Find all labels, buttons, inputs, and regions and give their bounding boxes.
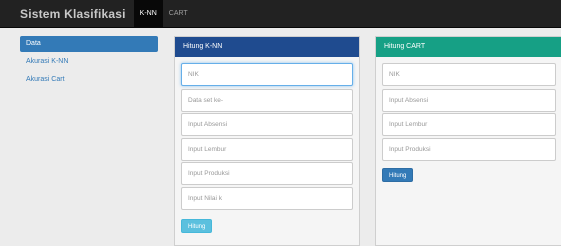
knn-absensi-input[interactable]: Input Absensi	[181, 113, 353, 136]
knn-panel-title: Hitung K-NN	[175, 37, 359, 57]
sidebar: Data Akurasi K-NN Akurasi Cart	[20, 36, 158, 90]
cart-panel: Hitung CART NIK Input Absensi Input Lemb…	[375, 36, 561, 246]
sidebar-item-akurasi-cart[interactable]: Akurasi Cart	[20, 72, 158, 88]
cart-panel-title: Hitung CART	[376, 37, 561, 57]
cart-produksi-input[interactable]: Input Produksi	[382, 138, 556, 161]
sidebar-item-akurasi-knn[interactable]: Akurasi K-NN	[20, 54, 158, 70]
nav-item-cart[interactable]: CART	[163, 0, 194, 28]
knn-produksi-input[interactable]: Input Produksi	[181, 162, 353, 185]
nav-item-knn[interactable]: K-NN	[133, 0, 163, 28]
knn-dataset-input[interactable]: Data set ke-	[181, 89, 353, 112]
sidebar-item-data[interactable]: Data	[20, 36, 158, 52]
knn-nik-input[interactable]: NIK	[181, 63, 353, 86]
cart-lembur-input[interactable]: Input Lembur	[382, 113, 556, 136]
knn-nilai-k-input[interactable]: Input Nilai k	[181, 187, 353, 210]
knn-hitung-button[interactable]: Hitung	[181, 219, 213, 233]
knn-panel: Hitung K-NN NIK Data set ke- Input Absen…	[174, 36, 360, 246]
knn-lembur-input[interactable]: Input Lembur	[181, 138, 353, 161]
cart-absensi-input[interactable]: Input Absensi	[382, 89, 556, 112]
cart-nik-input[interactable]: NIK	[382, 63, 556, 86]
cart-hitung-button[interactable]: Hitung	[382, 168, 414, 182]
app-brand[interactable]: Sistem Klasifikasi	[20, 7, 126, 21]
top-navbar: Sistem Klasifikasi K-NN CART	[0, 0, 561, 28]
